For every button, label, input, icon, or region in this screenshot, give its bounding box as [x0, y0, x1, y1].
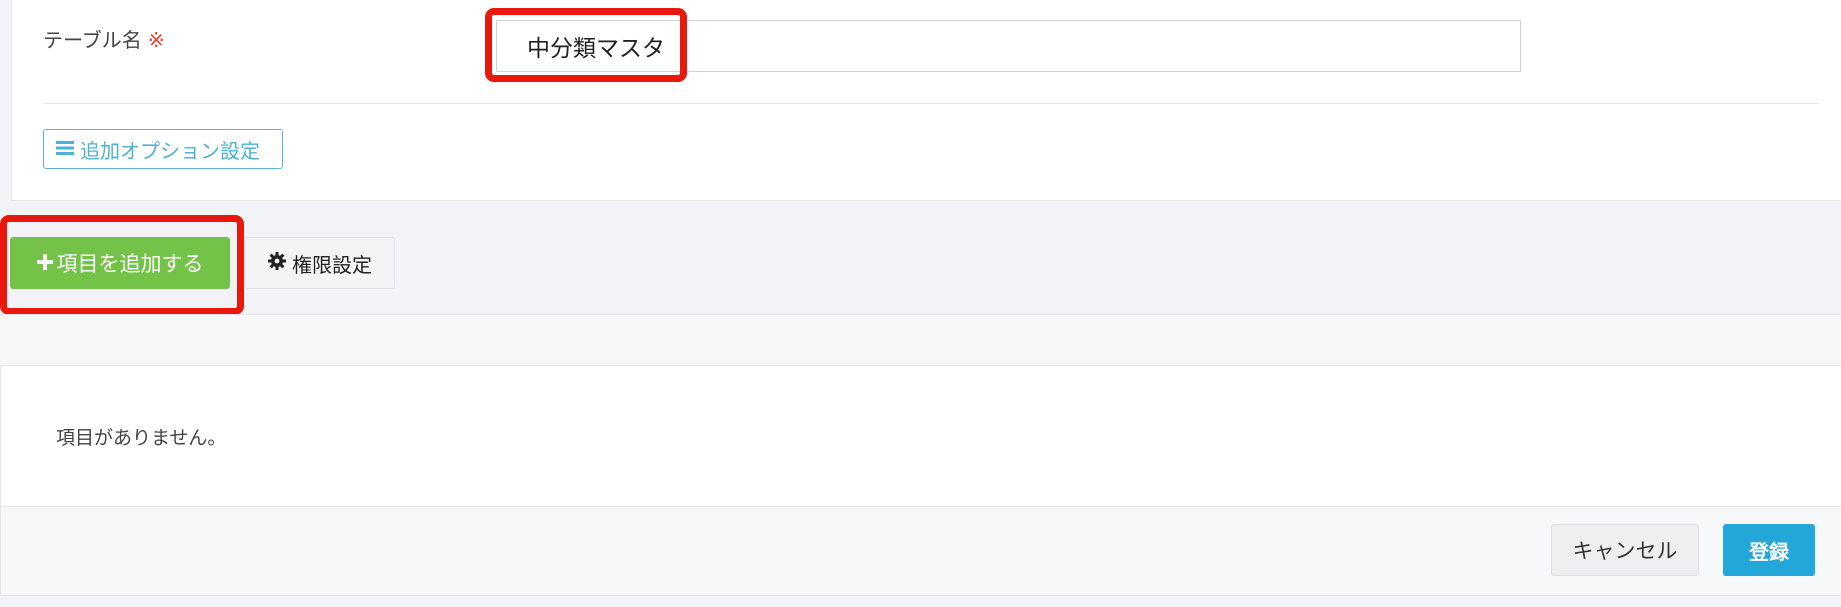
item-list-body: 項目がありません。	[0, 366, 1841, 506]
table-name-label-text: テーブル名	[43, 28, 142, 52]
table-settings-page: テーブル名※ 追加オプション設定 項目を追加する	[0, 0, 1841, 607]
empty-list-message: 項目がありません。	[56, 427, 227, 449]
required-mark: ※	[147, 28, 165, 52]
additional-options-label: 追加オプション設定	[80, 138, 260, 163]
item-list-header	[0, 314, 1841, 366]
form-divider	[43, 103, 1819, 104]
submit-button[interactable]: 登録	[1723, 524, 1815, 576]
form-footer: キャンセル 登録	[0, 506, 1841, 596]
permissions-label: 権限設定	[292, 252, 372, 277]
permissions-button[interactable]: 権限設定	[245, 237, 395, 289]
gear-icon	[268, 251, 286, 275]
table-name-input[interactable]	[496, 20, 1521, 72]
list-icon	[56, 137, 74, 161]
add-item-button[interactable]: 項目を追加する	[10, 237, 230, 289]
table-name-label: テーブル名 ※	[43, 24, 165, 53]
plus-icon	[36, 251, 53, 276]
cancel-button[interactable]: キャンセル	[1551, 524, 1699, 576]
table-form-panel: テーブル名※ 追加オプション設定	[11, 0, 1841, 201]
additional-options-button[interactable]: 追加オプション設定	[43, 129, 283, 169]
add-item-label: 項目を追加する	[56, 252, 204, 276]
